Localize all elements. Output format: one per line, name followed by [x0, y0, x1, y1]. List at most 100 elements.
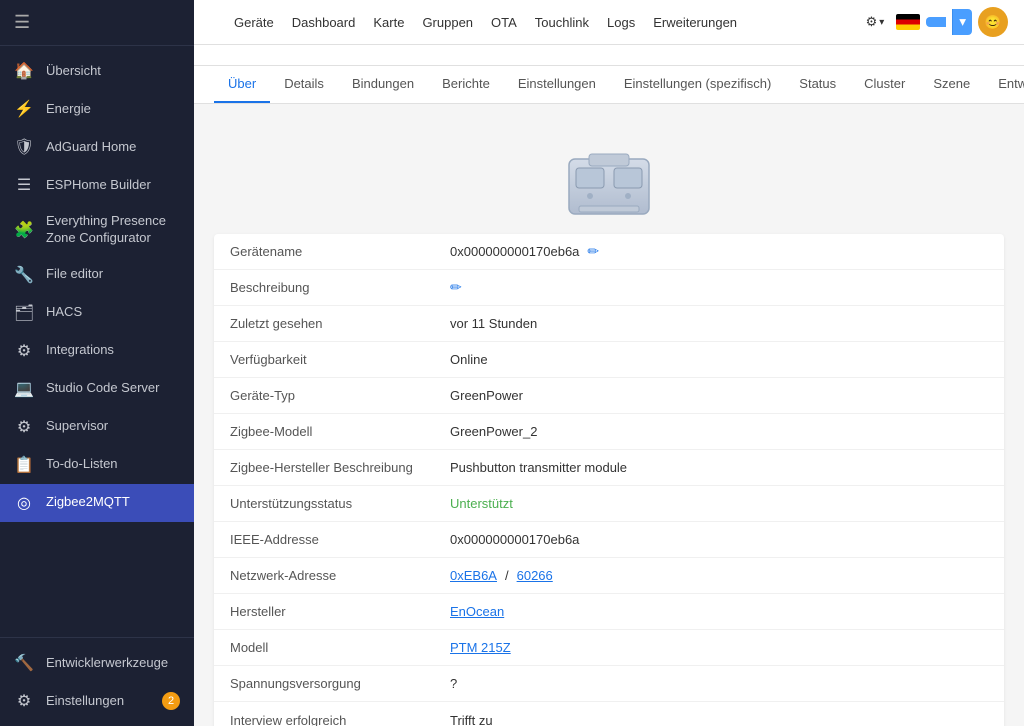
sidebar-label-energy: Energie	[46, 101, 91, 118]
sidebar-nav: 🏠 Übersicht ⚡ Energie 🛡 AdGuard Home ☰ E…	[0, 46, 194, 637]
field-label-11: Modell	[214, 632, 434, 663]
sidebar-icon-hacs: 🗂	[14, 303, 34, 323]
field-link2-9[interactable]: 60266	[517, 568, 553, 583]
field-value-container-10: EnOcean	[434, 596, 1004, 627]
sidebar-item-presence[interactable]: 🧩 Everything Presence Zone Configurator	[0, 204, 194, 256]
gear-icon: ⚙	[866, 14, 878, 30]
sidebar-item-fileeditor[interactable]: 🔧 File editor	[0, 256, 194, 294]
field-label-4: Geräte-Typ	[214, 380, 434, 411]
tab-uber[interactable]: Über	[214, 66, 270, 103]
sidebar-icon-todo: 📋	[14, 455, 34, 475]
sidebar-label-presence: Everything Presence Zone Configurator	[46, 213, 180, 247]
topnav-karte[interactable]: Karte	[365, 11, 412, 34]
sidebar-bottom: 🔨 Entwicklerwerkzeuge ⚙ Einstellungen 2	[0, 637, 194, 726]
field-value-0: 0x000000000170eb6a	[450, 244, 579, 259]
content-area: ÜberDetailsBindungenBerichteEinstellunge…	[194, 45, 1024, 726]
tab-status[interactable]: Status	[785, 66, 850, 103]
topnav-actions: ⚙ ▾ ▾ 😊	[860, 7, 1008, 37]
sidebar-icon-energy: ⚡	[14, 99, 34, 119]
top-nav: GeräteDashboardKarteGruppenOTATouchlinkL…	[194, 0, 1024, 45]
field-value-container-5: GreenPower_2	[434, 416, 1004, 447]
avatar-icon: 😊	[984, 14, 1001, 31]
badge-settings: 2	[162, 692, 180, 710]
sidebar-item-integrations[interactable]: ⚙ Integrations	[0, 332, 194, 370]
anlernen-dropdown[interactable]: ▾	[952, 9, 972, 35]
field-value-5: GreenPower_2	[450, 424, 537, 439]
field-label-0: Gerätename	[214, 236, 434, 267]
field-value-10[interactable]: EnOcean	[450, 604, 504, 619]
gear-dropdown-icon: ▾	[879, 17, 884, 28]
field-value-container-8: 0x000000000170eb6a	[434, 524, 1004, 555]
topnav-logs[interactable]: Logs	[599, 11, 643, 34]
sidebar-item-supervisor[interactable]: ⚙ Supervisor	[0, 408, 194, 446]
device-image	[554, 144, 664, 224]
detail-row: Gerätename 0x000000000170eb6a ✏	[214, 234, 1004, 270]
field-value-4: GreenPower	[450, 388, 523, 403]
sidebar: ☰ 🏠 Übersicht ⚡ Energie 🛡 AdGuard Home ☰…	[0, 0, 194, 726]
sidebar-icon-studiocode: 💻	[14, 379, 34, 399]
sidebar-icon-zigbee2mqtt: ◎	[14, 493, 34, 513]
sidebar-label-supervisor: Supervisor	[46, 418, 108, 435]
topnav-gruppen[interactable]: Gruppen	[414, 11, 481, 34]
sidebar-item-energy[interactable]: ⚡ Energie	[0, 90, 194, 128]
device-image-container	[214, 124, 1004, 234]
detail-row: IEEE-Addresse 0x000000000170eb6a	[214, 522, 1004, 558]
sidebar-item-overview[interactable]: 🏠 Übersicht	[0, 52, 194, 90]
detail-table-wrapper: Gerätename 0x000000000170eb6a ✏ Beschrei…	[214, 234, 1004, 726]
tab-berichte[interactable]: Berichte	[428, 66, 504, 103]
detail-row: Zigbee-Hersteller Beschreibung Pushbutto…	[214, 450, 1004, 486]
topnav-touchlink[interactable]: Touchlink	[527, 11, 597, 34]
menu-icon[interactable]: ☰	[14, 12, 30, 33]
device-header	[194, 45, 1024, 66]
tab-details[interactable]: Details	[270, 66, 338, 103]
field-value-11[interactable]: PTM 215Z	[450, 640, 511, 655]
topnav-ota[interactable]: OTA	[483, 11, 525, 34]
topnav-erweiterungen[interactable]: Erweiterungen	[645, 11, 745, 34]
field-label-8: IEEE-Addresse	[214, 524, 434, 555]
tab-szene[interactable]: Szene	[919, 66, 984, 103]
sidebar-label-overview: Übersicht	[46, 63, 101, 80]
topnav-geräte[interactable]: Geräte	[226, 11, 282, 34]
detail-row: Verfügbarkeit Online	[214, 342, 1004, 378]
avatar-button[interactable]: 😊	[978, 7, 1008, 37]
field-label-7: Unterstützungsstatus	[214, 488, 434, 519]
edit-icon-0[interactable]: ✏	[587, 243, 599, 260]
z2m-link[interactable]	[210, 18, 222, 26]
topnav-dashboard[interactable]: Dashboard	[284, 11, 364, 34]
sidebar-item-esphome[interactable]: ☰ ESPHome Builder	[0, 166, 194, 204]
sidebar-item-settings[interactable]: ⚙ Einstellungen 2	[0, 682, 194, 720]
sidebar-icon-presence: 🧩	[14, 220, 34, 240]
field-label-9: Netzwerk-Adresse	[214, 560, 434, 591]
field-value-3: Online	[450, 352, 488, 367]
field-value-container-0: 0x000000000170eb6a ✏	[434, 235, 1004, 268]
tab-entwickler[interactable]: Entwickler-Konsole	[984, 66, 1024, 103]
anlernen-button[interactable]	[926, 17, 946, 27]
sidebar-label-zigbee2mqtt: Zigbee2MQTT	[46, 494, 130, 511]
language-flag[interactable]	[896, 14, 920, 30]
tab-einstellungen[interactable]: Einstellungen	[504, 66, 610, 103]
field-link1-9[interactable]: 0xEB6A	[450, 568, 497, 583]
sidebar-icon-adguard: 🛡	[14, 137, 34, 157]
detail-row: Unterstützungsstatus Unterstützt	[214, 486, 1004, 522]
field-value-container-9: 0xEB6A / 60266	[434, 560, 1004, 591]
field-label-13: Interview erfolgreich	[214, 705, 434, 726]
gear-button[interactable]: ⚙ ▾	[860, 10, 891, 34]
field-value-container-1: ✏	[434, 271, 1004, 304]
sidebar-item-studiocode[interactable]: 💻 Studio Code Server	[0, 370, 194, 408]
tab-cluster[interactable]: Cluster	[850, 66, 919, 103]
sidebar-item-zigbee2mqtt[interactable]: ◎ Zigbee2MQTT	[0, 484, 194, 522]
edit-icon-1[interactable]: ✏	[450, 279, 462, 296]
sidebar-label-adguard: AdGuard Home	[46, 139, 136, 156]
sidebar-label-settings: Einstellungen	[46, 693, 124, 710]
detail-row: Modell PTM 215Z	[214, 630, 1004, 666]
field-value-container-6: Pushbutton transmitter module	[434, 452, 1004, 483]
field-label-2: Zuletzt gesehen	[214, 308, 434, 339]
detail-row: Interview erfolgreich Trifft zu	[214, 702, 1004, 726]
sidebar-item-devtools[interactable]: 🔨 Entwicklerwerkzeuge	[0, 644, 194, 682]
sidebar-item-adguard[interactable]: 🛡 AdGuard Home	[0, 128, 194, 166]
detail-row: Zigbee-Modell GreenPower_2	[214, 414, 1004, 450]
sidebar-item-hacs[interactable]: 🗂 HACS	[0, 294, 194, 332]
tab-einstellungen_spez[interactable]: Einstellungen (spezifisch)	[610, 66, 785, 103]
sidebar-item-todo[interactable]: 📋 To-do-Listen	[0, 446, 194, 484]
tab-bindungen[interactable]: Bindungen	[338, 66, 428, 103]
